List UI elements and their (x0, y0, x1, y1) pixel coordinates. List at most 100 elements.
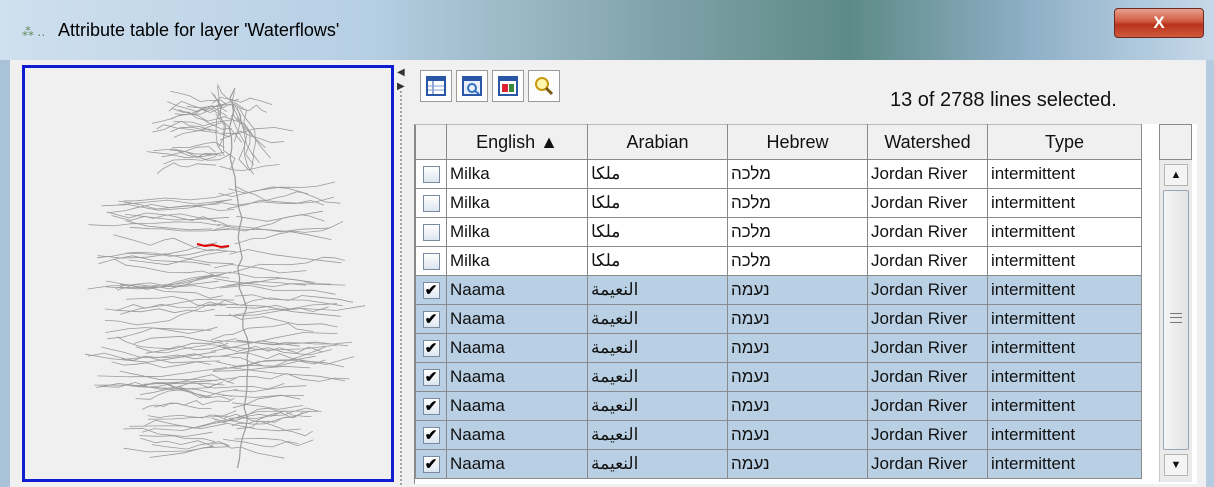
english-cell[interactable]: Milka (446, 159, 588, 189)
row-checkbox[interactable]: ✔ (422, 311, 440, 329)
english-cell[interactable]: Naama (446, 420, 588, 450)
watershed-cell[interactable]: Jordan River (867, 333, 988, 363)
type-cell[interactable]: intermittent (987, 304, 1142, 334)
scroll-up-button[interactable]: ▲ (1164, 164, 1188, 186)
panel-splitter[interactable]: ◀ ▶ (395, 60, 407, 487)
row-checkbox[interactable]: ✔ (422, 340, 440, 358)
hebrew-cell[interactable]: מלכה (727, 217, 868, 247)
hebrew-cell[interactable]: מלכה (727, 159, 868, 189)
table-row[interactable]: ✔ Naama النعيمة נעמה Jordan River intermitten… (415, 449, 1142, 479)
table-row[interactable]: ✔ Naama النعيمة נעמה Jordan River intermitten… (415, 304, 1142, 334)
column-header-check[interactable] (415, 124, 447, 160)
type-cell[interactable]: intermittent (987, 362, 1142, 392)
river-line (123, 192, 235, 202)
watershed-cell[interactable]: Jordan River (867, 246, 988, 276)
arabian-cell[interactable]: النعيمة (587, 304, 728, 334)
column-header-hebrew[interactable]: Hebrew (727, 124, 868, 160)
type-cell[interactable]: intermittent (987, 275, 1142, 305)
type-cell[interactable]: intermittent (987, 217, 1142, 247)
watershed-cell[interactable]: Jordan River (867, 159, 988, 189)
hebrew-cell[interactable]: נעמה (727, 449, 868, 479)
export-button[interactable] (492, 70, 524, 102)
table-row[interactable]: Milka ملكا מלכה Jordan River intermittent (415, 159, 1142, 189)
table-row[interactable]: ✔ Naama النعيمة נעמה Jordan River intermitten… (415, 333, 1142, 363)
close-button[interactable]: X (1114, 8, 1204, 38)
arabian-cell[interactable]: النعيمة (587, 449, 728, 479)
hebrew-cell[interactable]: נעמה (727, 275, 868, 305)
table-row[interactable]: Milka ملكا מלכה Jordan River intermittent (415, 246, 1142, 276)
row-checkbox[interactable]: ✔ (422, 427, 440, 445)
watershed-cell[interactable]: Jordan River (867, 275, 988, 305)
type-cell[interactable]: intermittent (987, 333, 1142, 363)
hebrew-cell[interactable]: נעמה (727, 420, 868, 450)
row-checkbox[interactable] (422, 195, 440, 213)
river-line (213, 277, 332, 285)
arabian-cell[interactable]: النعيمة (587, 420, 728, 450)
column-header-watershed[interactable]: Watershed (867, 124, 988, 160)
arabian-cell[interactable]: ملكا (587, 217, 728, 247)
english-cell[interactable]: Naama (446, 275, 588, 305)
river-line (129, 423, 226, 430)
zoom-to-selection-button[interactable] (456, 70, 488, 102)
english-cell[interactable]: Milka (446, 217, 588, 247)
column-header-type[interactable]: Type (987, 124, 1142, 160)
type-cell[interactable]: intermittent (987, 159, 1142, 189)
watershed-cell[interactable]: Jordan River (867, 362, 988, 392)
search-button[interactable] (528, 70, 560, 102)
row-checkbox[interactable]: ✔ (422, 369, 440, 387)
english-cell[interactable]: Naama (446, 449, 588, 479)
watershed-cell[interactable]: Jordan River (867, 391, 988, 421)
type-cell[interactable]: intermittent (987, 246, 1142, 276)
hebrew-cell[interactable]: נעמה (727, 362, 868, 392)
watershed-cell[interactable]: Jordan River (867, 420, 988, 450)
row-checkbox[interactable]: ✔ (422, 398, 440, 416)
english-cell[interactable]: Naama (446, 391, 588, 421)
arabian-cell[interactable]: ملكا (587, 188, 728, 218)
arabian-cell[interactable]: النعيمة (587, 391, 728, 421)
type-cell[interactable]: intermittent (987, 420, 1142, 450)
hebrew-cell[interactable]: נעמה (727, 391, 868, 421)
arabian-cell[interactable]: النعيمة (587, 275, 728, 305)
hebrew-cell[interactable]: מלכה (727, 188, 868, 218)
grip-icon (1170, 313, 1182, 323)
table-view-button[interactable] (420, 70, 452, 102)
arabian-cell[interactable]: ملكا (587, 246, 728, 276)
table-row[interactable]: ✔ Naama النعيمة נעמה Jordan River intermitten… (415, 420, 1142, 450)
arabian-cell[interactable]: ملكا (587, 159, 728, 189)
table-row[interactable]: Milka ملكا מלכה Jordan River intermittent (415, 217, 1142, 247)
collapse-left-icon[interactable]: ◀ (397, 68, 405, 78)
vertical-scrollbar[interactable]: ▲ ▼ (1159, 160, 1192, 482)
english-cell[interactable]: Milka (446, 188, 588, 218)
hebrew-cell[interactable]: נעמה (727, 304, 868, 334)
watershed-cell[interactable]: Jordan River (867, 449, 988, 479)
scroll-down-button[interactable]: ▼ (1164, 454, 1188, 476)
watershed-cell[interactable]: Jordan River (867, 304, 988, 334)
row-checkbox[interactable]: ✔ (422, 456, 440, 474)
english-cell[interactable]: Naama (446, 304, 588, 334)
row-checkbox[interactable]: ✔ (422, 282, 440, 300)
hebrew-cell[interactable]: מלכה (727, 246, 868, 276)
arabian-cell[interactable]: النعيمة (587, 362, 728, 392)
row-checkbox[interactable] (422, 253, 440, 271)
row-checkbox[interactable] (422, 224, 440, 242)
arabian-cell[interactable]: النعيمة (587, 333, 728, 363)
type-cell[interactable]: intermittent (987, 188, 1142, 218)
row-checkbox[interactable] (422, 166, 440, 184)
english-cell[interactable]: Naama (446, 333, 588, 363)
hebrew-cell[interactable]: נעמה (727, 333, 868, 363)
english-cell[interactable]: Milka (446, 246, 588, 276)
table-row[interactable]: Milka ملكا מלכה Jordan River intermittent (415, 188, 1142, 218)
english-cell[interactable]: Naama (446, 362, 588, 392)
type-cell[interactable]: intermittent (987, 391, 1142, 421)
column-header-english[interactable]: English ▲ (446, 124, 588, 160)
watershed-cell[interactable]: Jordan River (867, 217, 988, 247)
scroll-thumb[interactable] (1163, 190, 1189, 450)
map-preview[interactable] (22, 65, 394, 482)
table-row[interactable]: ✔ Naama النعيمة נעמה Jordan River intermitten… (415, 391, 1142, 421)
table-row[interactable]: ✔ Naama النعيمة נעמה Jordan River intermitten… (415, 275, 1142, 305)
table-row[interactable]: ✔ Naama النعيمة נעמה Jordan River intermitten… (415, 362, 1142, 392)
row-checkbox-cell: ✔ (415, 391, 447, 421)
type-cell[interactable]: intermittent (987, 449, 1142, 479)
column-header-arabian[interactable]: Arabian (587, 124, 728, 160)
watershed-cell[interactable]: Jordan River (867, 188, 988, 218)
